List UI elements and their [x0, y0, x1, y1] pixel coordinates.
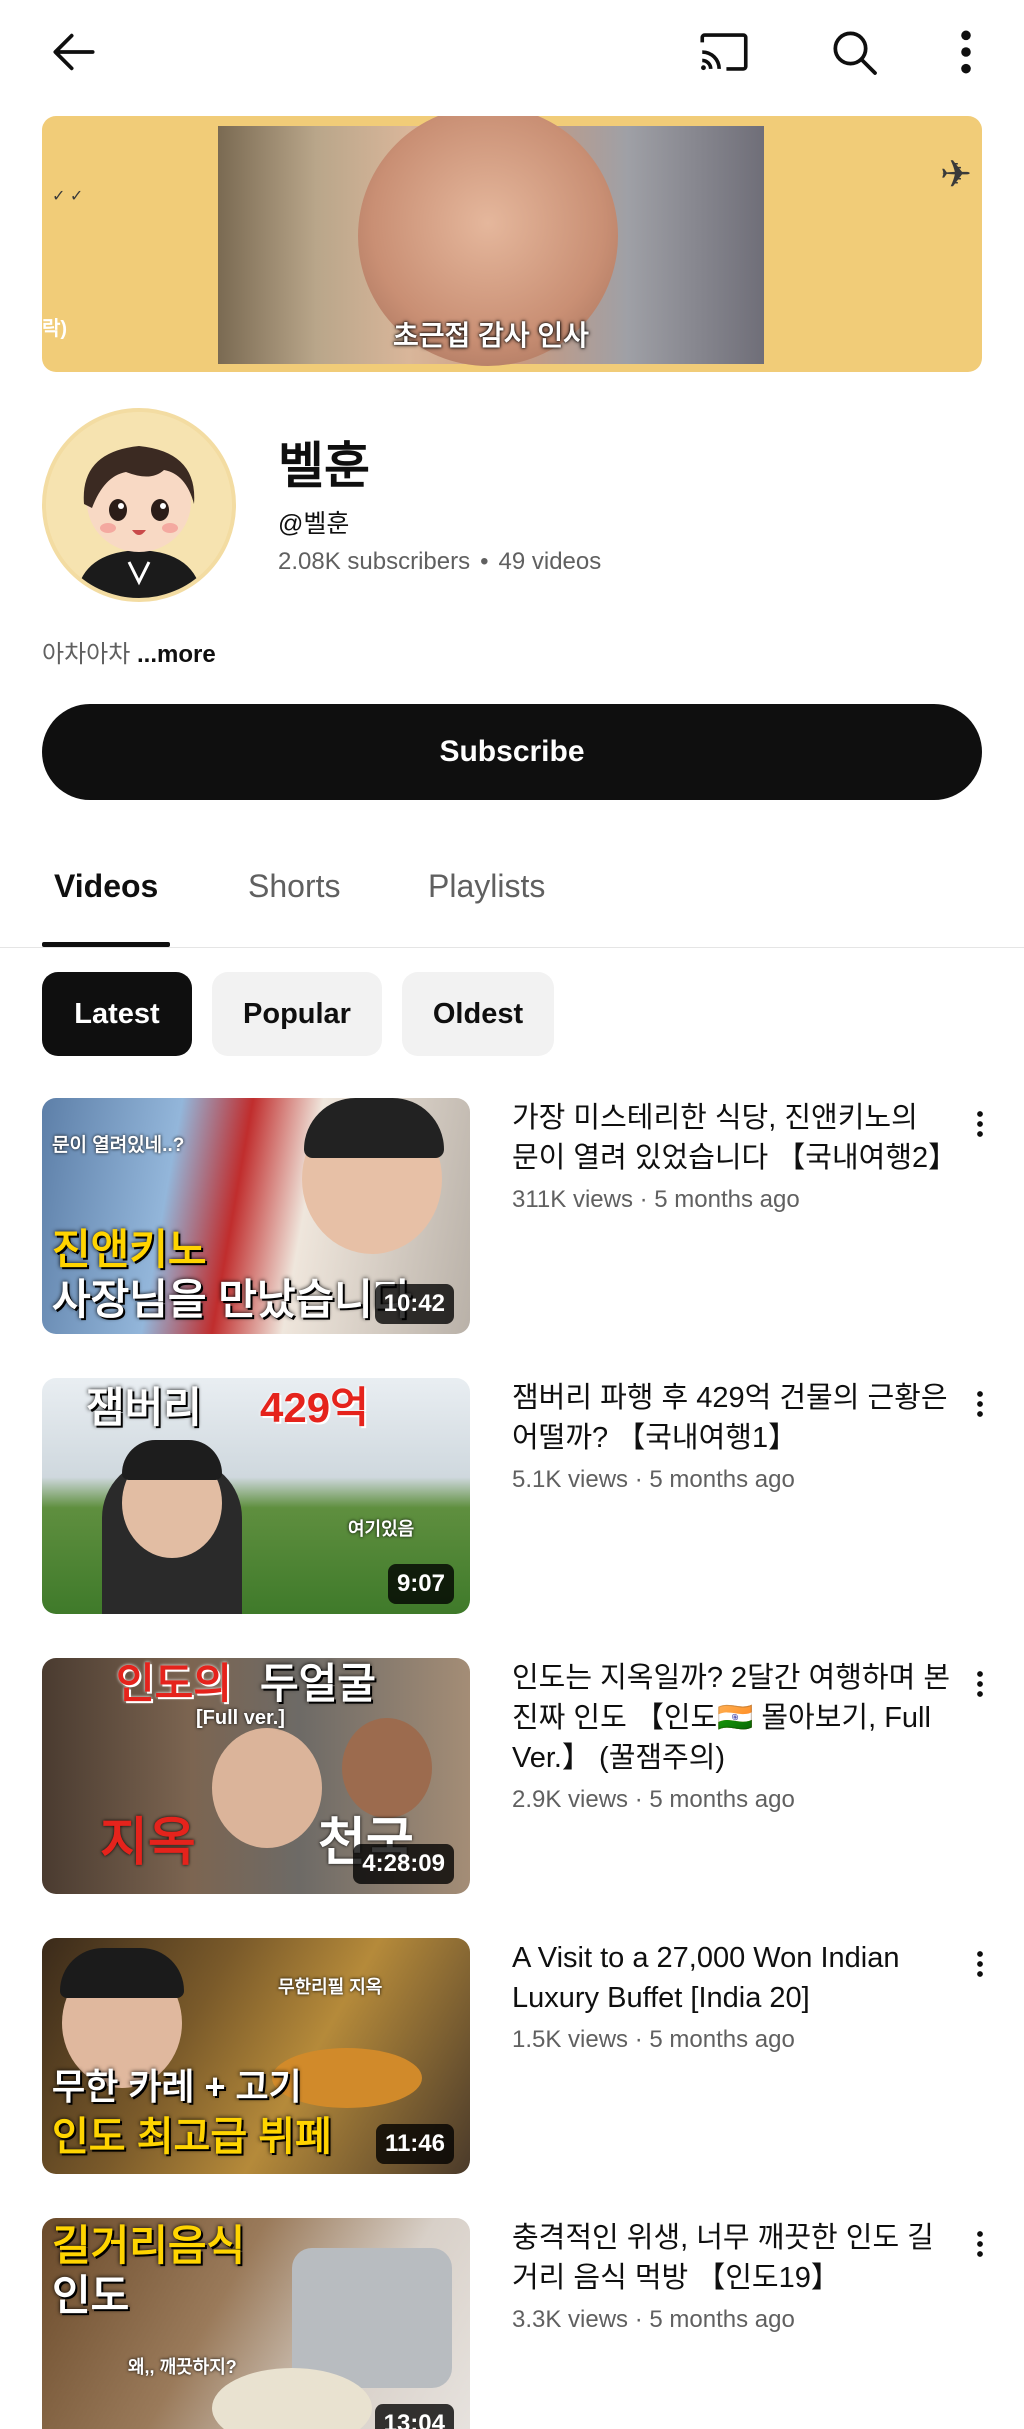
subscriber-count: 2.08K subscribers	[278, 548, 471, 575]
video-item[interactable]: 길거리음식 인도 왜,, 깨끗하지? 13:04 충격적인 위생, 너무 깨끗한…	[0, 2218, 1024, 2429]
video-duration: 11:46	[375, 2124, 454, 2164]
channel-avatar[interactable]	[42, 408, 236, 602]
chip-latest[interactable]: Latest	[42, 972, 192, 1056]
thumb-face	[212, 1728, 322, 1848]
video-thumbnail[interactable]: 무한리필 지옥 무한 카레 + 고기 인도 최고급 뷔페 11:46	[42, 1938, 470, 2174]
thumb-text-1: 길거리음식	[52, 2222, 246, 2269]
more-options-button[interactable]	[930, 14, 1002, 90]
video-menu-button[interactable]	[956, 1942, 1004, 2002]
video-thumbnail[interactable]: 문이 열려있네..? 진앤키노 사장님을 만났습니다 10:42	[42, 1098, 470, 1334]
more-vert-icon	[977, 1111, 983, 1137]
video-item[interactable]: 문이 열려있네..? 진앤키노 사장님을 만났습니다 10:42 가장 미스테리…	[0, 1098, 1024, 1338]
video-meta: 1.5K views · 5 months ago	[512, 2026, 795, 2053]
banner-side-text: 락)	[42, 318, 68, 340]
back-button[interactable]	[30, 14, 118, 90]
thumb-text-small: [Full ver.]	[196, 1707, 285, 1729]
more-vert-icon	[977, 1671, 983, 1697]
channel-stats: 2.08K subscribers • 49 videos	[278, 548, 601, 576]
tab-videos[interactable]: Videos	[54, 868, 158, 905]
thumb-text-1: 무한 카레 + 고기	[52, 2066, 302, 2107]
banner-caption: 초근접 감사 인사	[393, 320, 589, 351]
thumb-face	[342, 1718, 432, 1818]
thumb-text-2: 인도	[52, 2272, 130, 2319]
video-title[interactable]: 잼버리 파행 후 429억 건물의 근황은 어떨까? 【국내여행1】	[512, 1378, 952, 1458]
airplane-icon: ✈	[940, 154, 972, 196]
video-meta: 2.9K views · 5 months ago	[512, 1786, 795, 1813]
stats-separator: •	[480, 548, 489, 575]
search-button[interactable]	[810, 14, 898, 90]
chip-popular[interactable]: Popular	[212, 972, 382, 1056]
description-more-link[interactable]: ...more	[137, 641, 216, 668]
bird-icon: ✓ ✓	[52, 188, 84, 205]
arrow-left-icon	[53, 33, 95, 71]
thumb-text-small: 왜,, 깨끗하지?	[128, 2357, 237, 2377]
video-title[interactable]: 가장 미스테리한 식당, 진앤키노의 문이 열려 있었습니다 【국내여행2】	[512, 1098, 957, 1178]
video-thumbnail[interactable]: 길거리음식 인도 왜,, 깨끗하지? 13:04	[42, 2218, 470, 2429]
more-vert-icon	[961, 30, 971, 74]
video-menu-button[interactable]	[956, 1662, 1004, 1722]
active-tab-indicator	[42, 942, 170, 947]
channel-page: ✓ ✓ 락) 초근접 감사 인사 ✈ 벨훈 @벨훈 2.08K subscrib…	[0, 0, 1024, 2429]
thumb-text-1: 인도의	[116, 1660, 232, 1707]
thumb-text-2: 사장님을 만났습니다	[52, 1276, 412, 1323]
video-title[interactable]: 인도는 지옥일까? 2달간 여행하며 본 진짜 인도 【인도🇮🇳 몰아보기, F…	[512, 1658, 952, 1778]
thumb-text-top: 문이 열려있네..?	[52, 1135, 185, 1156]
channel-tabs: Videos Shorts Playlists	[0, 840, 1024, 948]
thumb-text-1: 진앤키노	[52, 1226, 207, 1273]
thumb-hair	[60, 1948, 184, 1998]
description-text: 아차아차	[42, 641, 131, 668]
thumb-text-1: 잼버리	[86, 1384, 202, 1431]
banner-photo: 초근접 감사 인사	[218, 116, 764, 366]
cast-button[interactable]	[680, 14, 768, 90]
top-app-bar	[0, 0, 1024, 104]
video-menu-button[interactable]	[956, 1382, 1004, 1442]
video-menu-button[interactable]	[956, 2222, 1004, 2282]
tab-shorts[interactable]: Shorts	[248, 868, 340, 905]
thumb-text-left: 지옥	[100, 1814, 196, 1872]
channel-name: 벨훈	[278, 438, 370, 494]
thumb-text-small: 무한리필 지옥	[278, 1977, 383, 1997]
subscribe-button[interactable]: Subscribe	[42, 704, 982, 800]
video-duration: 9:07	[387, 1564, 454, 1604]
video-duration: 10:42	[374, 1284, 454, 1324]
video-duration: 13:04	[374, 2404, 454, 2429]
video-duration: 4:28:09	[353, 1844, 454, 1884]
thumb-text-2: 인도 최고급 뷔페	[52, 2115, 332, 2159]
video-title[interactable]: 충격적인 위생, 너무 깨끗한 인도 길거리 음식 먹방 【인도19】	[512, 2218, 952, 2298]
video-thumbnail[interactable]: 잼버리 429억 여기있음 9:07	[42, 1378, 470, 1614]
video-count: 49 videos	[498, 548, 602, 575]
channel-banner: ✓ ✓ 락) 초근접 감사 인사 ✈	[42, 116, 982, 372]
thumb-text-2: 두얼굴	[260, 1660, 376, 1707]
video-meta: 311K views · 5 months ago	[512, 1186, 800, 1213]
video-title[interactable]: A Visit to a 27,000 Won Indian Luxury Bu…	[512, 1938, 952, 2018]
more-vert-icon	[977, 1391, 983, 1417]
thumb-grater	[292, 2248, 452, 2388]
tab-playlists[interactable]: Playlists	[428, 868, 545, 905]
video-thumbnail[interactable]: 인도의 두얼굴 [Full ver.] 지옥 천국 4:28:09	[42, 1658, 470, 1894]
video-menu-button[interactable]	[956, 1102, 1004, 1162]
more-vert-icon	[977, 1951, 983, 1977]
channel-description[interactable]: 아차아차 ...more	[42, 634, 216, 669]
video-item[interactable]: 무한리필 지옥 무한 카레 + 고기 인도 최고급 뷔페 11:46 A Vis…	[0, 1938, 1024, 2178]
thumb-text-2: 429억	[260, 1384, 369, 1431]
video-item[interactable]: 인도의 두얼굴 [Full ver.] 지옥 천국 4:28:09 인도는 지옥…	[0, 1658, 1024, 1898]
video-item[interactable]: 잼버리 429억 여기있음 9:07 잼버리 파행 후 429억 건물의 근황은…	[0, 1378, 1024, 1618]
thumb-text-small: 여기있음	[348, 1519, 415, 1539]
search-icon	[833, 31, 877, 75]
channel-handle: @벨훈	[278, 510, 350, 538]
video-meta: 5.1K views · 5 months ago	[512, 1466, 795, 1493]
thumb-hair	[122, 1440, 222, 1480]
video-meta: 3.3K views · 5 months ago	[512, 2306, 795, 2333]
thumb-hair	[304, 1098, 444, 1158]
chip-oldest[interactable]: Oldest	[402, 972, 554, 1056]
cast-icon	[700, 33, 748, 71]
avatar-illustration	[46, 412, 232, 598]
more-vert-icon	[977, 2231, 983, 2257]
